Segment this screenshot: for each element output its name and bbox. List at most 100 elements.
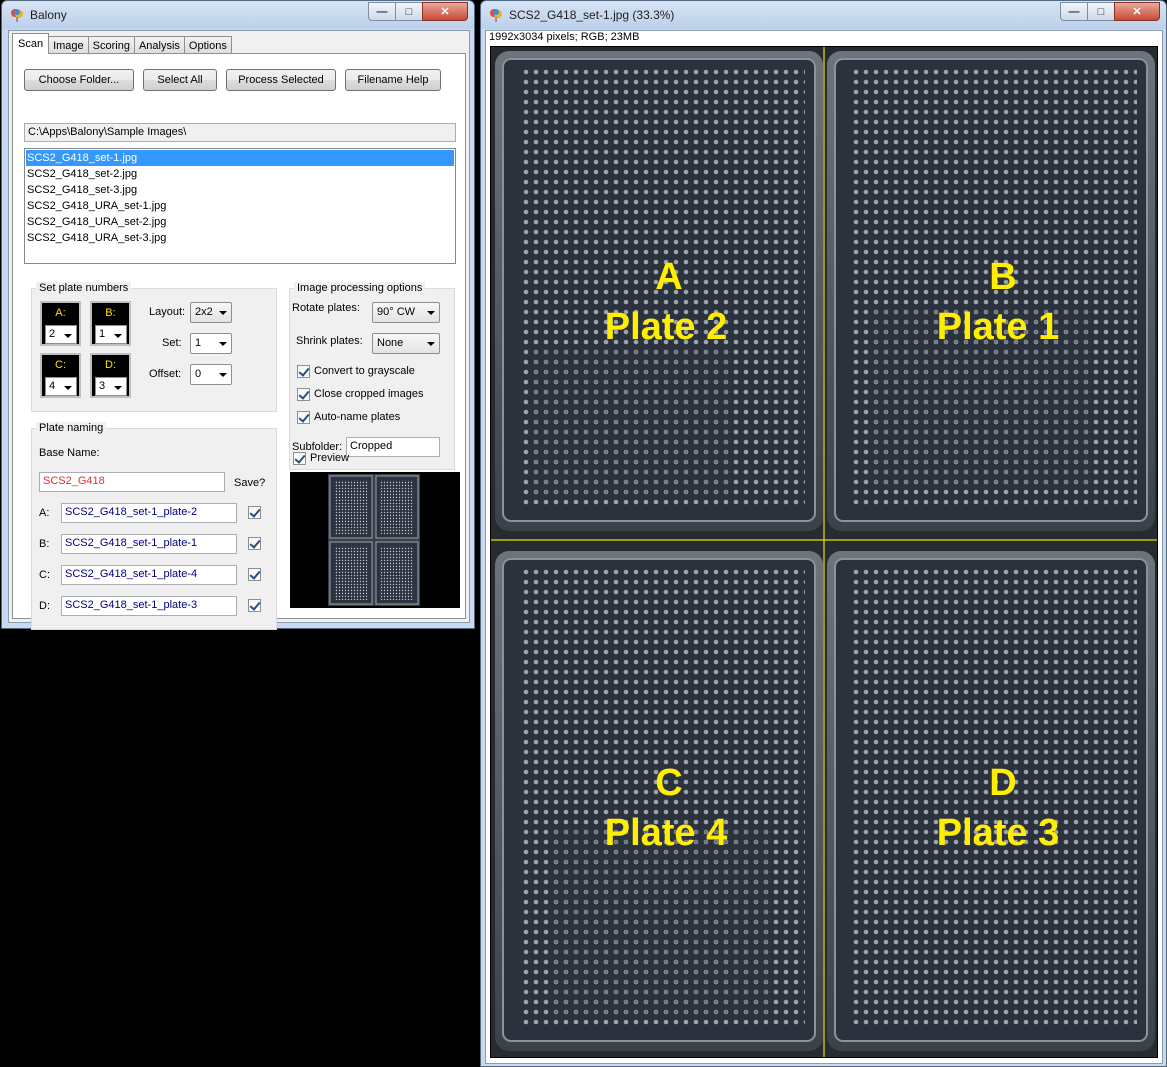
preview-label: Preview — [310, 452, 350, 464]
minimize-button[interactable]: — — [368, 2, 396, 21]
plate-c-name-input[interactable]: SCS2_G418_set-1_plate-4 — [61, 565, 237, 585]
subfolder-input[interactable]: Cropped — [346, 437, 440, 457]
tab-scan[interactable]: Scan — [12, 33, 50, 54]
plate-a-name-input[interactable]: SCS2_G418_set-1_plate-2 — [61, 503, 237, 523]
chevron-down-icon — [219, 373, 227, 377]
layout-select[interactable]: 2x2 — [190, 302, 232, 323]
chevron-down-icon — [427, 342, 435, 346]
offset-label: Offset: — [149, 368, 182, 380]
grayscale-checkbox[interactable] — [297, 365, 310, 378]
file-list-item[interactable]: SCS2_G418_set-1.jpg — [26, 150, 454, 166]
quadrant-c-letter: C — [655, 762, 682, 804]
file-list-item[interactable]: SCS2_G418_set-3.jpg — [26, 182, 454, 198]
plate-c-select[interactable]: 4 — [45, 377, 77, 396]
file-list-item[interactable]: SCS2_G418_set-2.jpg — [26, 166, 454, 182]
quadrant-b-plate: Plate 1 — [937, 306, 1060, 348]
close-cropped-label: Close cropped images — [314, 388, 424, 400]
image-client-area: 1992x3034 pixels; RGB; 23MB A Plate 2 B … — [485, 30, 1163, 1064]
image-window: SCS2_G418_set-1.jpg (33.3%) — □ ✕ 1992x3… — [480, 0, 1167, 1067]
plate-d-save-checkbox[interactable] — [248, 599, 261, 612]
minimize-icon: — — [376, 5, 388, 18]
file-list-item[interactable]: SCS2_G418_URA_set-3.jpg — [26, 230, 454, 246]
close-icon: ✕ — [1132, 6, 1142, 18]
tab-strip: Scan Image Scoring Analysis Options — [12, 33, 232, 54]
quadrant-a-letter: A — [655, 256, 682, 298]
plate-numbers-title: Set plate numbers — [36, 282, 132, 294]
chevron-down-icon — [219, 311, 227, 315]
plate-d-name-label: D: — [39, 600, 50, 612]
image-title-bar[interactable]: SCS2_G418_set-1.jpg (33.3%) — □ ✕ — [481, 1, 1166, 29]
maximize-button[interactable]: □ — [1087, 2, 1115, 21]
set-select[interactable]: 1 — [190, 333, 232, 354]
plate-b-name-input[interactable]: SCS2_G418_set-1_plate-1 — [61, 534, 237, 554]
window-title: Balony — [30, 8, 67, 22]
file-list-item[interactable]: SCS2_G418_URA_set-1.jpg — [26, 198, 454, 214]
scan-image: A Plate 2 B Plate 1 C Plate 4 D Plate 3 — [491, 47, 1157, 1057]
maximize-icon: □ — [1097, 5, 1105, 18]
plate-d-box: D: 3 — [90, 353, 131, 398]
file-list[interactable]: SCS2_G418_set-1.jpg SCS2_G418_set-2.jpg … — [24, 148, 456, 264]
chevron-down-icon — [64, 334, 72, 338]
balloon-app-icon — [11, 9, 23, 22]
process-selected-button[interactable]: Process Selected — [226, 69, 336, 91]
quadrant-d-letter: D — [989, 762, 1016, 804]
plate-b-name-label: B: — [39, 538, 50, 550]
maximize-button[interactable]: □ — [395, 2, 423, 21]
tab-image[interactable]: Image — [48, 36, 89, 54]
quadrant-a-plate: Plate 2 — [605, 306, 728, 348]
title-bar[interactable]: Balony — □ ✕ — [2, 1, 474, 29]
plate-d-name-input[interactable]: SCS2_G418_set-1_plate-3 — [61, 596, 237, 616]
plate-a-save-checkbox[interactable] — [248, 506, 261, 519]
offset-select[interactable]: 0 — [190, 364, 232, 385]
plate-a-label: A: — [55, 307, 66, 319]
client-area: Scan Image Scoring Analysis Options Choo… — [8, 30, 470, 630]
scan-tab-pane: Choose Folder... Select All Process Sele… — [12, 53, 466, 630]
plate-b-select[interactable]: 1 — [95, 325, 127, 344]
plate-c-box: C: 4 — [40, 353, 81, 398]
minimize-icon: — — [1068, 5, 1080, 18]
rotate-label: Rotate plates: — [292, 302, 360, 314]
plate-d-select[interactable]: 3 — [95, 377, 127, 396]
plate-b-save-checkbox[interactable] — [248, 537, 261, 550]
tab-analysis[interactable]: Analysis — [133, 36, 185, 54]
filename-help-button[interactable]: Filename Help — [345, 69, 441, 91]
tab-options[interactable]: Options — [183, 36, 232, 54]
chevron-down-icon — [219, 342, 227, 346]
close-icon: ✕ — [440, 6, 450, 18]
image-canvas[interactable]: A Plate 2 B Plate 1 C Plate 4 D Plate 3 — [490, 46, 1158, 1058]
select-all-button[interactable]: Select All — [143, 69, 217, 91]
preview-checkbox[interactable] — [293, 452, 306, 465]
quadrant-d-plate: Plate 3 — [937, 812, 1060, 854]
minimize-button[interactable]: — — [1060, 2, 1088, 21]
chevron-down-icon — [427, 311, 435, 315]
plate-b-label: B: — [105, 307, 116, 319]
preview-image — [328, 474, 420, 606]
plate-d-label: D: — [105, 359, 116, 371]
image-window-title: SCS2_G418_set-1.jpg (33.3%) — [509, 8, 675, 22]
tab-scoring[interactable]: Scoring — [87, 36, 135, 54]
balony-window: Balony — □ ✕ Scan Image Scoring Analysis… — [1, 0, 475, 630]
shrink-select[interactable]: None — [372, 333, 440, 354]
plate-naming-group: Plate naming Base Name: SCS2_G418 Save? … — [31, 422, 277, 630]
choose-folder-button[interactable]: Choose Folder... — [24, 69, 134, 91]
base-name-label: Base Name: — [39, 447, 100, 459]
plate-c-save-checkbox[interactable] — [248, 568, 261, 581]
balloon-app-icon — [490, 9, 502, 22]
image-info: 1992x3034 pixels; RGB; 23MB — [489, 31, 640, 43]
close-cropped-checkbox[interactable] — [297, 388, 310, 401]
base-name-input[interactable]: SCS2_G418 — [39, 472, 225, 492]
maximize-icon: □ — [405, 5, 413, 18]
auto-name-label: Auto-name plates — [314, 411, 401, 423]
quadrant-b-letter: B — [989, 256, 1016, 298]
processing-options-group: Image processing options Rotate plates: … — [289, 282, 455, 470]
save-label: Save? — [234, 477, 266, 489]
auto-name-checkbox[interactable] — [297, 411, 310, 424]
plate-numbers-group: Set plate numbers A: 2 B: 1 C: 4 D: 3 La… — [31, 282, 277, 412]
file-list-item[interactable]: SCS2_G418_URA_set-2.jpg — [26, 214, 454, 230]
plate-a-select[interactable]: 2 — [45, 325, 77, 344]
layout-label: Layout: — [149, 306, 186, 318]
shrink-label: Shrink plates: — [296, 335, 363, 347]
close-button[interactable]: ✕ — [1114, 2, 1160, 21]
close-button[interactable]: ✕ — [422, 2, 468, 21]
rotate-select[interactable]: 90° CW — [372, 302, 440, 323]
